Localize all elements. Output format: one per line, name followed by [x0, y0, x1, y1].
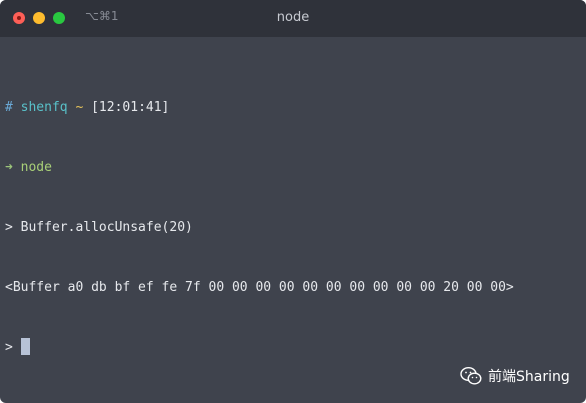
text-cursor	[20, 338, 30, 355]
shell-prompt-line: # shenfq ~ [12:01:41]	[5, 98, 581, 118]
prompt-arrow-icon: ➜	[5, 160, 13, 175]
wechat-icon	[460, 366, 482, 385]
repl-prompt: >	[5, 340, 13, 355]
repl-prompt: >	[5, 220, 13, 235]
title-bar: ⌥⌘1 node	[0, 0, 586, 37]
watermark: 前端Sharing	[460, 366, 570, 386]
command-line: ➜ node	[5, 158, 581, 178]
repl-input-line: > Buffer.allocUnsafe(20)	[5, 218, 581, 238]
terminal-window: ⌥⌘1 node # shenfq ~ [12:01:41] ➜ node > …	[0, 0, 586, 403]
repl-output-line: <Buffer a0 db bf ef fe 7f 00 00 00 00 00…	[5, 280, 514, 295]
window-title: node	[276, 10, 310, 25]
prompt-hash: #	[5, 100, 13, 115]
repl-input: Buffer.allocUnsafe(20)	[20, 220, 193, 235]
terminal-output[interactable]: # shenfq ~ [12:01:41] ➜ node > Buffer.al…	[5, 58, 581, 398]
prompt-time: [12:01:41]	[91, 100, 170, 115]
command-text: node	[20, 160, 52, 175]
prompt-user: shenfq	[20, 100, 68, 115]
repl-active-line[interactable]: >	[5, 338, 581, 358]
prompt-directory: ~	[75, 100, 84, 115]
watermark-text: 前端Sharing	[488, 369, 570, 385]
